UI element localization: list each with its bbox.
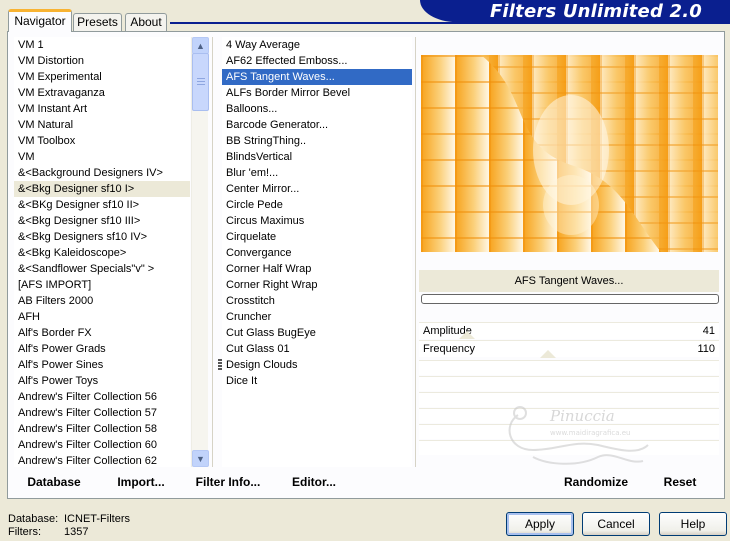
category-list[interactable]: VM 1 VM Distortion VM Experimental VM Extra… xyxy=(14,37,190,467)
category-item[interactable]: Alf's Power Grads xyxy=(14,341,190,357)
filter-item[interactable]: BB StringThing.. xyxy=(222,133,412,149)
filter-preview xyxy=(421,55,718,252)
category-item[interactable]: Alf's Power Toys xyxy=(14,373,190,389)
tab-navigator[interactable]: Navigator xyxy=(8,9,72,32)
window-title: Filters Unlimited 2.0 xyxy=(489,1,702,22)
category-item[interactable]: VM Instant Art xyxy=(14,101,190,117)
category-item[interactable]: AFH xyxy=(14,309,190,325)
filter-item[interactable]: BlindsVertical xyxy=(222,149,412,165)
chevron-up-icon: ▲ xyxy=(196,40,205,51)
progress-bar xyxy=(421,294,719,304)
tab-presets[interactable]: Presets xyxy=(73,13,122,31)
watermark-name: Pinuccia xyxy=(549,407,615,425)
category-item[interactable]: VM Distortion xyxy=(14,53,190,69)
category-item[interactable]: &<BKg Designer sf10 II> xyxy=(14,197,190,213)
filter-item[interactable]: Cruncher xyxy=(222,309,412,325)
filter-item[interactable]: Design Clouds xyxy=(222,357,412,373)
filter-info-button[interactable]: Filter Info... xyxy=(195,471,261,493)
database-label: Database: xyxy=(8,513,59,525)
chevron-down-icon: ▼ xyxy=(196,453,205,464)
database-button[interactable]: Database xyxy=(25,471,83,493)
category-item[interactable]: &<Bkg Designer sf10 III> xyxy=(14,213,190,229)
divider xyxy=(415,37,416,467)
category-item[interactable]: &<Background Designers IV> xyxy=(14,165,190,181)
filter-item[interactable]: Convergance xyxy=(222,245,412,261)
filter-item[interactable]: Cirquelate xyxy=(222,229,412,245)
filter-item[interactable]: Cut Glass BugEye xyxy=(222,325,412,341)
drag-grip-icon xyxy=(218,359,222,371)
param-empty-slot xyxy=(419,376,719,391)
filter-item[interactable]: AF62 Effected Emboss... xyxy=(222,53,412,69)
editor-button[interactable]: Editor... xyxy=(290,471,338,493)
filter-item[interactable]: Circle Pede xyxy=(222,197,412,213)
divider xyxy=(212,37,213,467)
param-value: 110 xyxy=(697,343,715,355)
param-frequency[interactable]: Frequency 110 xyxy=(419,340,719,357)
filter-item[interactable]: Crosstitch xyxy=(222,293,412,309)
category-item[interactable]: Andrew's Filter Collection 60 xyxy=(14,437,190,453)
category-item[interactable]: VM Toolbox xyxy=(14,133,190,149)
filters-value: 1357 xyxy=(64,526,89,538)
filter-item[interactable]: AFS Tangent Waves... xyxy=(222,69,412,85)
category-item[interactable]: Alf's Power Sines xyxy=(14,357,190,373)
filter-item[interactable]: Circus Maximus xyxy=(222,213,412,229)
category-item[interactable]: [AFS IMPORT] xyxy=(14,277,190,293)
import-button[interactable]: Import... xyxy=(115,471,167,493)
scroll-down-button[interactable]: ▼ xyxy=(192,450,209,467)
category-item[interactable]: &<Sandflower Specials"v" > xyxy=(14,261,190,277)
category-item[interactable]: Andrew's Filter Collection 57 xyxy=(14,405,190,421)
selected-filter-label: AFS Tangent Waves... xyxy=(419,270,719,292)
filter-item[interactable]: 4 Way Average xyxy=(222,37,412,53)
category-item[interactable]: VM Extravaganza xyxy=(14,85,190,101)
category-item[interactable]: Andrew's Filter Collection 58 xyxy=(14,421,190,437)
filter-item[interactable]: Center Mirror... xyxy=(222,181,412,197)
title-underline xyxy=(170,22,730,24)
category-item[interactable]: &<Bkg Designers sf10 IV> xyxy=(14,229,190,245)
help-button[interactable]: Help xyxy=(659,512,727,536)
filter-item[interactable]: Balloons... xyxy=(222,101,412,117)
filter-item[interactable]: Barcode Generator... xyxy=(222,117,412,133)
category-item[interactable]: VM Natural xyxy=(14,117,190,133)
cancel-button[interactable]: Cancel xyxy=(582,512,650,536)
category-item[interactable]: VM 1 xyxy=(14,37,190,53)
filter-item[interactable]: Dice It xyxy=(222,373,412,389)
category-item[interactable]: VM Experimental xyxy=(14,69,190,85)
slider-marker[interactable] xyxy=(540,350,556,358)
category-scrollbar[interactable]: ▲ ▼ xyxy=(191,37,209,467)
filter-item[interactable]: Corner Half Wrap xyxy=(222,261,412,277)
category-item[interactable]: &<Bkg Kaleidoscope> xyxy=(14,245,190,261)
filter-item[interactable]: ALFs Border Mirror Bevel xyxy=(222,85,412,101)
category-item[interactable]: Andrew's Filter Collection 56 xyxy=(14,389,190,405)
title-banner: Filters Unlimited 2.0 xyxy=(420,0,730,22)
apply-button[interactable]: Apply xyxy=(506,512,574,536)
slider-marker[interactable] xyxy=(459,331,475,339)
filter-list[interactable]: 4 Way Average AF62 Effected Emboss... AFS … xyxy=(222,37,412,467)
scroll-up-button[interactable]: ▲ xyxy=(192,37,209,54)
scroll-thumb[interactable] xyxy=(192,53,209,111)
randomize-button[interactable]: Randomize xyxy=(562,471,630,493)
category-item[interactable]: VM xyxy=(14,149,190,165)
category-item[interactable]: AB Filters 2000 xyxy=(14,293,190,309)
param-empty-slot xyxy=(419,360,719,375)
tab-about[interactable]: About xyxy=(125,13,167,31)
filter-item[interactable]: Blur 'em!... xyxy=(222,165,412,181)
reset-button[interactable]: Reset xyxy=(658,471,702,493)
param-label: Frequency xyxy=(423,343,475,355)
category-item[interactable]: Alf's Border FX xyxy=(14,325,190,341)
watermark-url: www.maidiragrafica.eu xyxy=(550,429,631,437)
category-item[interactable]: &<Bkg Designer sf10 I> xyxy=(14,181,190,197)
filters-label: Filters: xyxy=(8,526,41,538)
param-value: 41 xyxy=(702,325,715,337)
category-item[interactable]: Andrew's Filter Collection 62 xyxy=(14,453,190,467)
filter-item[interactable]: Cut Glass 01 xyxy=(222,341,412,357)
watermark-logo: Pinuccia www.maidiragrafica.eu xyxy=(508,406,649,465)
filter-item[interactable]: Corner Right Wrap xyxy=(222,277,412,293)
database-value: ICNET-Filters xyxy=(64,513,130,525)
